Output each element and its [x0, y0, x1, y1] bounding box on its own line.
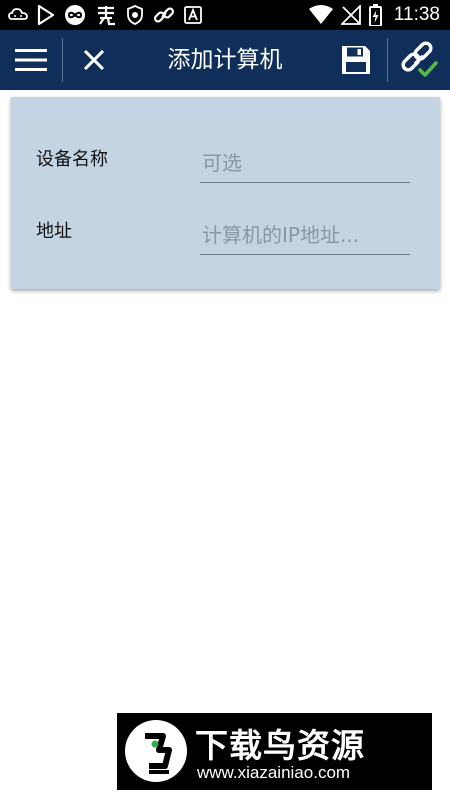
save-button[interactable] — [326, 30, 386, 90]
form-card: 设备名称 地址 — [11, 97, 440, 289]
play-store-icon — [37, 5, 55, 25]
watermark: 下载鸟资源 www.xiazainiao.com — [117, 713, 432, 790]
address-label: 地址 — [36, 221, 72, 242]
signal-off-icon — [340, 5, 361, 25]
battery-charging-icon — [368, 4, 382, 26]
close-button[interactable] — [64, 30, 124, 90]
status-bar: 11:38 — [0, 0, 450, 30]
app-icon — [98, 6, 115, 26]
menu-icon — [15, 49, 47, 71]
app-bar: 添加计算机 — [0, 30, 450, 90]
save-icon — [342, 46, 370, 74]
menu-button[interactable] — [0, 30, 62, 90]
device-name-input[interactable] — [200, 141, 410, 183]
address-row: 地址 — [11, 213, 440, 273]
wifi-icon — [308, 5, 333, 24]
device-name-row: 设备名称 — [11, 141, 440, 201]
shield-icon — [127, 5, 143, 25]
device-name-label: 设备名称 — [36, 149, 108, 170]
divider — [62, 38, 63, 82]
watermark-url: www.xiazainiao.com — [197, 763, 351, 782]
notification-icons — [8, 4, 202, 26]
address-input[interactable] — [200, 213, 410, 255]
infinity-icon — [65, 5, 85, 25]
connect-button[interactable] — [388, 30, 450, 90]
page-title: 添加计算机 — [167, 47, 283, 73]
bird-logo-icon — [125, 720, 187, 782]
status-time: 11:38 — [393, 4, 440, 25]
link-check-icon — [401, 41, 438, 77]
close-icon — [84, 50, 104, 70]
text-icon — [184, 6, 202, 24]
watermark-brand: 下载鸟资源 — [195, 726, 365, 765]
system-icons: 11:38 — [308, 3, 440, 27]
cloud-icon — [8, 8, 28, 20]
link-icon — [153, 7, 175, 23]
